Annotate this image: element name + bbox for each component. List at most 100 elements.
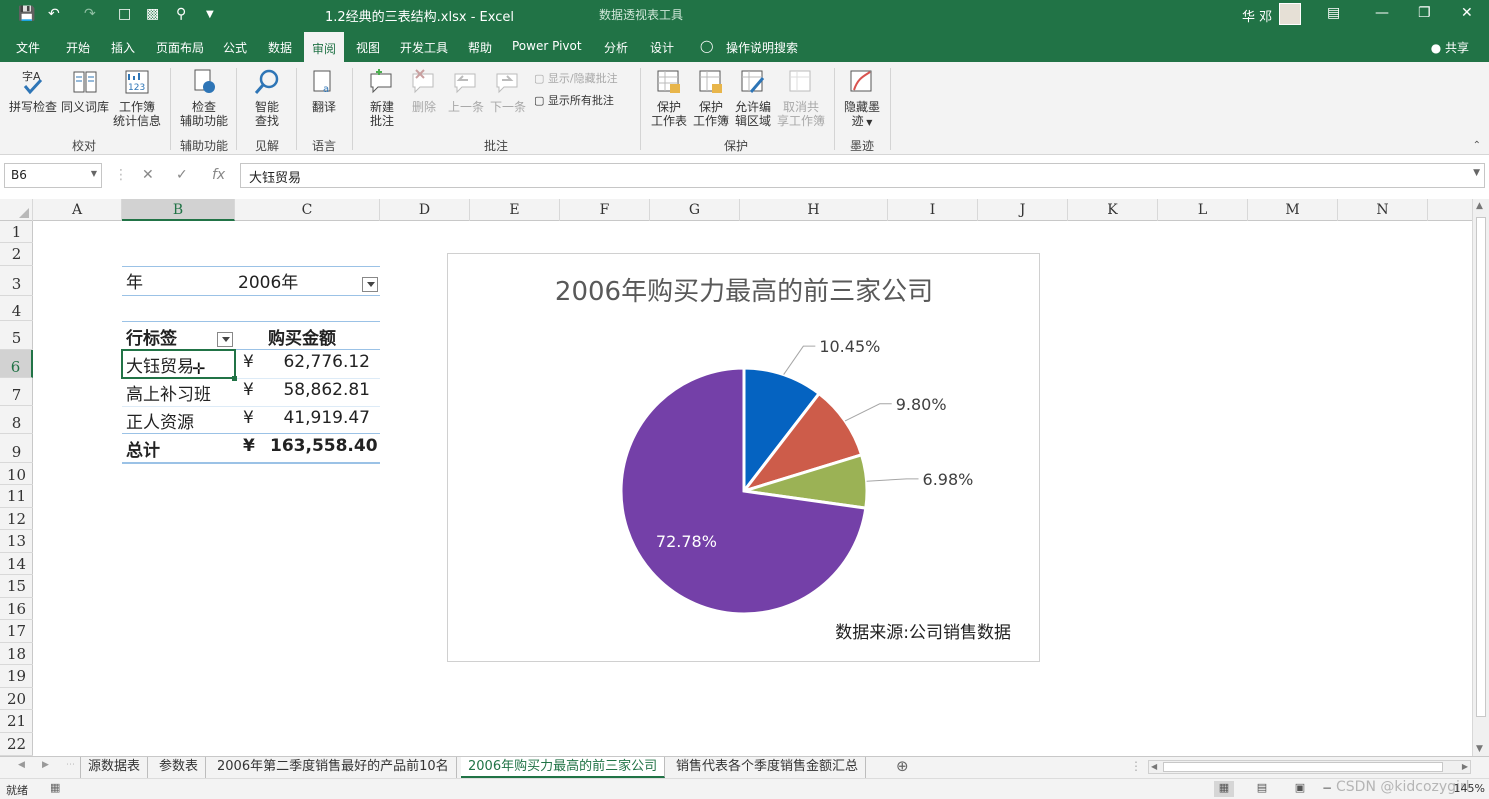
next-comment-button[interactable]: 下一条 bbox=[488, 68, 528, 114]
row-header-10[interactable]: 10 bbox=[0, 463, 33, 485]
undo-icon[interactable]: ↶ bbox=[48, 6, 60, 22]
sheet-tab-parameters[interactable]: 参数表 bbox=[152, 757, 207, 778]
ribbon-display-icon[interactable]: ▤ bbox=[1327, 5, 1340, 21]
minimize-icon[interactable]: — bbox=[1375, 5, 1389, 21]
pivot-total-amount[interactable]: 163,558.40 bbox=[270, 436, 378, 456]
row-header-16[interactable]: 16 bbox=[0, 598, 33, 620]
protect-sheet-button[interactable]: 保护 工作表 bbox=[648, 68, 690, 128]
pie-chart[interactable]: 2006年购买力最高的前三家公司 10.45% 9.80% 6.98% 72.78% … bbox=[447, 253, 1040, 662]
tab-power-pivot[interactable]: Power Pivot bbox=[512, 39, 582, 53]
new-file-icon[interactable]: □ bbox=[118, 6, 131, 22]
horizontal-scroll-thumb[interactable] bbox=[1163, 762, 1443, 772]
tab-page-layout[interactable]: 页面布局 bbox=[156, 39, 204, 56]
column-header-i[interactable]: I bbox=[888, 199, 978, 221]
row-header-21[interactable]: 21 bbox=[0, 710, 33, 733]
sheet-tab-top3-companies[interactable]: 2006年购买力最高的前三家公司 bbox=[461, 757, 666, 778]
previous-comment-button[interactable]: 上一条 bbox=[446, 68, 486, 114]
pie-data-label[interactable]: 10.45% bbox=[819, 337, 880, 356]
show-all-comments-button[interactable]: ▢ 显示所有批注 bbox=[534, 92, 614, 108]
tab-insert[interactable]: 插入 bbox=[111, 39, 135, 56]
form-icon[interactable]: ▩ bbox=[146, 6, 159, 22]
check-accessibility-button[interactable]: 检查 辅助功能 bbox=[178, 68, 230, 128]
spelling-button[interactable]: 字A 拼写检查 bbox=[8, 68, 58, 114]
row-header-1[interactable]: 1 bbox=[0, 221, 33, 243]
pivot-row-name[interactable]: 高上补习班 bbox=[126, 380, 211, 405]
smart-lookup-button[interactable]: 智能 查找 bbox=[244, 68, 290, 128]
sheet-tab-source-data[interactable]: 源数据表 bbox=[80, 757, 149, 778]
column-header-c[interactable]: C bbox=[235, 199, 380, 221]
row-header-13[interactable]: 13 bbox=[0, 530, 33, 553]
column-header-d[interactable]: D bbox=[380, 199, 470, 221]
row-header-3[interactable]: 3 bbox=[0, 266, 33, 296]
pie-data-label[interactable]: 9.80% bbox=[896, 395, 947, 414]
zoom-level[interactable]: 145% bbox=[1454, 782, 1485, 795]
select-all-button[interactable] bbox=[0, 199, 33, 221]
column-header-m[interactable]: M bbox=[1248, 199, 1338, 221]
row-label-filter-icon[interactable] bbox=[217, 332, 233, 347]
horizontal-scrollbar[interactable]: ◀ ▶ bbox=[1148, 760, 1471, 774]
row-header-9[interactable]: 9 bbox=[0, 434, 33, 463]
redo-icon[interactable]: ↷ bbox=[84, 6, 96, 22]
thesaurus-button[interactable]: 同义词库 bbox=[60, 68, 110, 114]
row-header-15[interactable]: 15 bbox=[0, 575, 33, 598]
vertical-scrollbar[interactable]: ▲ ▼ bbox=[1472, 199, 1489, 756]
column-header-h[interactable]: H bbox=[740, 199, 888, 221]
pivot-row-amount[interactable]: 62,776.12 bbox=[270, 352, 370, 372]
unshare-workbook-button[interactable]: 取消共 享工作簿 bbox=[776, 68, 826, 128]
allow-edit-ranges-button[interactable]: 允许编 辑区域 bbox=[732, 68, 774, 128]
row-header-19[interactable]: 19 bbox=[0, 665, 33, 688]
hide-ink-button[interactable]: 隐藏墨迹 ▼ bbox=[840, 68, 884, 130]
formula-input[interactable]: 大钰贸易 ▼ bbox=[240, 163, 1485, 188]
pie-data-label[interactable]: 72.78% bbox=[656, 532, 717, 551]
close-icon[interactable]: ✕ bbox=[1461, 5, 1473, 21]
chart-title[interactable]: 2006年购买力最高的前三家公司 bbox=[555, 277, 933, 307]
tab-analyze[interactable]: 分析 bbox=[604, 39, 628, 56]
insert-function-icon[interactable]: fx bbox=[212, 167, 225, 183]
user-name[interactable]: 华 邓 bbox=[1242, 6, 1272, 25]
chart-annotation[interactable]: 数据来源:公司销售数据 bbox=[835, 623, 1011, 643]
tab-view[interactable]: 视图 bbox=[356, 39, 380, 56]
scroll-left-icon[interactable]: ◀ bbox=[1151, 762, 1157, 771]
scroll-down-icon[interactable]: ▼ bbox=[1476, 744, 1483, 754]
tab-review[interactable]: 审阅 bbox=[304, 32, 345, 62]
column-header-k[interactable]: K bbox=[1068, 199, 1158, 221]
fill-handle[interactable] bbox=[232, 376, 237, 381]
customize-qat-icon[interactable]: ▼ bbox=[206, 9, 214, 20]
save-icon[interactable]: 💾 bbox=[18, 6, 35, 22]
column-header-f[interactable]: F bbox=[560, 199, 650, 221]
show-hide-comment-button[interactable]: ▢ 显示/隐藏批注 bbox=[534, 70, 618, 86]
avatar[interactable] bbox=[1279, 3, 1301, 25]
workbook-statistics-button[interactable]: 123 工作簿 统计信息 bbox=[112, 68, 162, 128]
pivot-row-amount[interactable]: 41,919.47 bbox=[270, 408, 370, 428]
new-comment-button[interactable]: 新建 批注 bbox=[362, 68, 402, 128]
row-header-4[interactable]: 4 bbox=[0, 296, 33, 321]
filter-dropdown-icon[interactable] bbox=[362, 277, 378, 292]
column-header-n[interactable]: N bbox=[1338, 199, 1428, 221]
scroll-up-icon[interactable]: ▲ bbox=[1476, 201, 1483, 211]
chevron-down-icon[interactable]: ▼ bbox=[91, 169, 97, 178]
normal-view-icon[interactable]: ▦ bbox=[1214, 781, 1234, 797]
expand-formula-icon[interactable]: ▼ bbox=[1473, 168, 1480, 178]
pie-data-label[interactable]: 6.98% bbox=[923, 470, 974, 489]
row-header-22[interactable]: 22 bbox=[0, 733, 33, 756]
row-header-8[interactable]: 8 bbox=[0, 406, 33, 434]
restore-icon[interactable]: ❐ bbox=[1418, 5, 1431, 21]
row-header-12[interactable]: 12 bbox=[0, 508, 33, 530]
macro-record-icon[interactable]: ▦ bbox=[50, 781, 60, 794]
next-sheet-icon[interactable]: ▶ bbox=[42, 760, 49, 770]
zoom-out-icon[interactable]: − bbox=[1322, 781, 1332, 795]
split-handle-icon[interactable]: ⋮ bbox=[1130, 759, 1142, 773]
name-box[interactable]: B6 ▼ bbox=[4, 163, 102, 188]
share-button[interactable]: ● 共享 bbox=[1431, 39, 1469, 56]
sheet-tab-q2-top10[interactable]: 2006年第二季度销售最好的产品前10名 bbox=[210, 757, 457, 778]
collapse-ribbon-icon[interactable]: ⌃ bbox=[1473, 140, 1481, 151]
column-header-l[interactable]: L bbox=[1158, 199, 1248, 221]
column-header-a[interactable]: A bbox=[33, 199, 122, 221]
row-header-11[interactable]: 11 bbox=[0, 485, 33, 508]
row-header-17[interactable]: 17 bbox=[0, 620, 33, 643]
more-sheets-icon[interactable]: ⋯ bbox=[66, 760, 75, 770]
page-layout-view-icon[interactable]: ▤ bbox=[1252, 781, 1272, 797]
row-header-2[interactable]: 2 bbox=[0, 243, 33, 266]
row-header-20[interactable]: 20 bbox=[0, 688, 33, 710]
tab-data[interactable]: 数据 bbox=[268, 39, 292, 56]
